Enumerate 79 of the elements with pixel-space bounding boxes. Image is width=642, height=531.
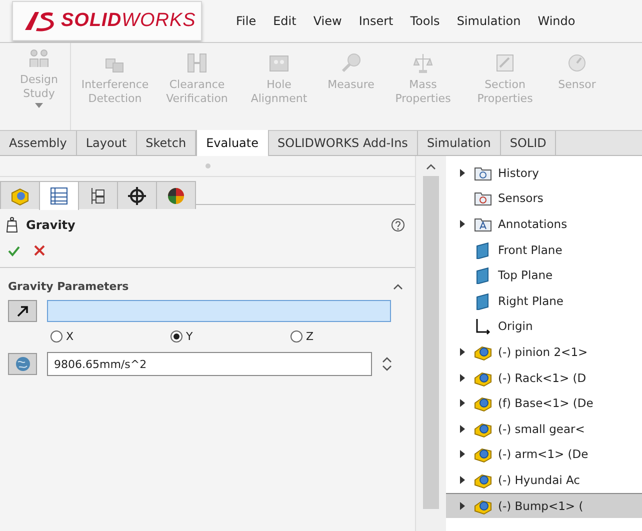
radio-button[interactable] [50,330,63,343]
tree-label: (f) Base<1> (De [498,396,594,410]
caret-icon[interactable] [35,103,43,108]
spinner-icon[interactable] [382,356,392,372]
arrow-icon [16,304,30,318]
radio-button[interactable] [290,330,303,343]
expand-icon[interactable] [460,450,465,458]
collapse-icon[interactable] [393,284,403,290]
crosshair-icon [126,184,148,206]
cancel-icon[interactable] [34,245,45,256]
menu-item[interactable]: Insert [358,12,394,30]
tree-item[interactable]: (-) Bump<1> ( [446,492,642,518]
expand-icon[interactable] [460,220,465,228]
tree-item[interactable]: (-) arm<1> (De [446,442,642,468]
tree-item[interactable]: (-) Hyundai Ac [446,467,642,493]
tree-label: (-) arm<1> (De [498,447,588,462]
radio-label: Z [306,330,314,343]
expand-icon[interactable] [460,502,465,510]
tree-item[interactable]: Origin [446,314,642,340]
expand-icon[interactable] [460,476,465,484]
tree-item[interactable]: History [446,160,642,186]
tree-label: Sensors [498,191,544,206]
direction-button[interactable] [8,300,37,322]
scroll-up-icon[interactable] [426,164,436,170]
tree-label: Right Plane [498,294,564,308]
tree-label: Front Plane [498,242,562,257]
tree-item[interactable]: (-) Rack<1> (D [446,364,642,390]
radio-button[interactable] [170,330,183,343]
panel-tab[interactable] [39,181,79,210]
expand-icon[interactable] [460,374,465,382]
expand-icon[interactable] [460,348,465,356]
tree-item[interactable]: (-) small gear< [446,416,642,442]
tree-label: (-) Hyundai Ac [498,472,580,487]
tree-item[interactable]: (-) pinion 2<1> [446,339,642,365]
expand-icon[interactable] [460,168,465,177]
menu-item[interactable]: Tools [410,12,440,30]
tree-item[interactable]: Front Plane [446,236,642,262]
globe-icon [14,356,30,372]
tree-label: Top Plane [498,268,553,282]
menu-item[interactable]: Simulation [456,12,521,30]
origin-icon [474,317,492,336]
tree-label: Annotations [498,216,568,231]
scale-icon [411,51,435,75]
direction-field[interactable] [47,300,391,322]
bracket-icon [185,51,209,75]
gravity-value-field[interactable]: 9806.65mm/s^2 [47,352,372,376]
radio-label: X [66,330,74,343]
list-icon [48,185,70,207]
brand-name: SOLIDWORKS [61,10,196,32]
expand-icon[interactable] [460,424,465,433]
radio-label: Y [186,330,193,343]
panel-tab[interactable] [78,181,118,209]
panel-title: Gravity [26,218,76,232]
menu-item[interactable]: Windo [538,12,576,30]
tree-label: (-) pinion 2<1> [498,344,588,359]
tree-label: History [498,166,539,180]
help-icon[interactable] [391,218,405,232]
expand-icon[interactable] [460,399,465,408]
scrollbar-thumb[interactable] [423,176,439,509]
tree-label: (-) Bump<1> ( [498,499,584,514]
menu-item[interactable]: File [236,12,256,30]
grip-icon[interactable] [204,163,210,169]
tree-item[interactable]: Right Plane [446,288,642,314]
tree-label: (-) Rack<1> (D [498,370,586,385]
equation-button[interactable] [8,353,37,375]
tree-item[interactable]: Top Plane [446,262,642,288]
ok-icon[interactable] [8,245,20,257]
menu-item[interactable]: View [313,12,342,30]
tree-item[interactable]: Annotations [446,211,642,237]
menu-item[interactable]: Edit [273,12,296,30]
tree-label: Origin [498,319,533,334]
section-title: Gravity Parameters [8,280,130,293]
panel-tab[interactable] [156,181,196,209]
ribbon-tab[interactable]: Evaluate [196,130,268,156]
tree-item[interactable]: (f) Base<1> (De [446,390,642,416]
weight-icon [6,217,18,233]
tree-item[interactable]: Sensors [446,186,642,212]
tree-label: (-) small gear< [498,422,585,436]
panel-tab[interactable] [117,181,157,209]
